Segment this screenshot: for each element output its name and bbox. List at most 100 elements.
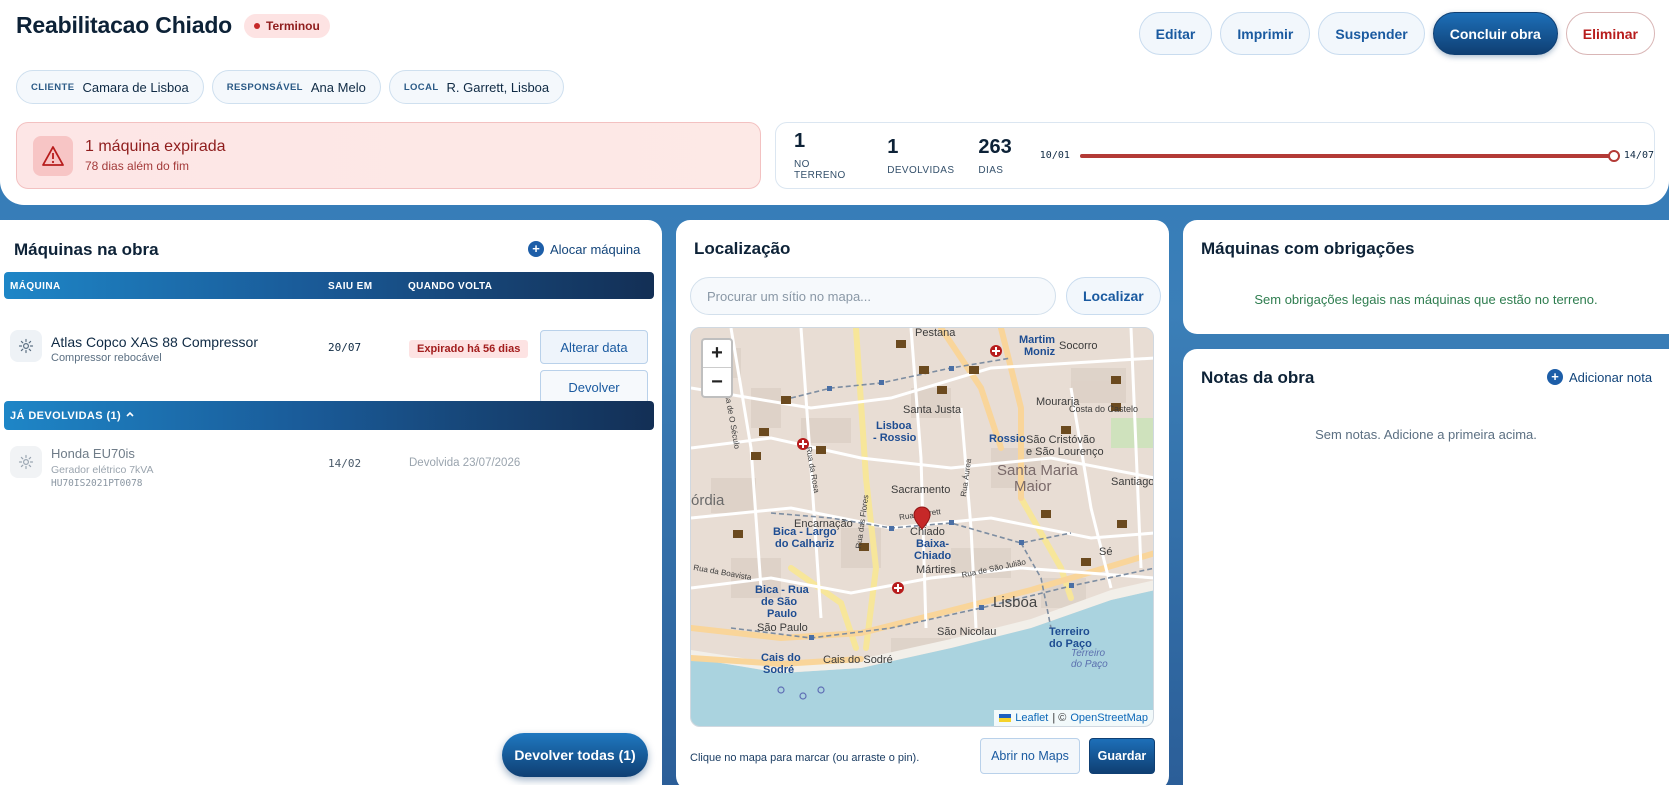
map-pin-icon[interactable] <box>913 506 931 535</box>
map-view[interactable]: Pestana Martim Moniz Socorro Mouraria Co… <box>690 327 1154 727</box>
map-label: Maior <box>1014 478 1052 495</box>
alert-subtitle: 78 dias além do fim <box>85 159 190 173</box>
header-actions: Editar Imprimir Suspender Concluir obra … <box>1138 12 1655 55</box>
machine-serial: HU70IS2021PT0078 <box>51 478 143 489</box>
timeline-track <box>1079 149 1620 162</box>
map-hint: Clique no mapa para marcar (ou arraste o… <box>690 752 920 764</box>
obligations-title: Máquinas com obrigações <box>1201 239 1415 258</box>
map-label: do Calhariz <box>775 538 835 550</box>
work-header: Reabilitacao Chiado Terminou Editar Impr… <box>0 0 1669 205</box>
returned-section-header[interactable]: JÁ DEVOLVIDAS (1) <box>4 401 654 430</box>
print-button[interactable]: Imprimir <box>1220 12 1311 55</box>
complete-work-button[interactable]: Concluir obra <box>1432 12 1558 55</box>
expired-status-badge: Expirado há 56 dias <box>409 340 529 358</box>
timeline: 10/01 14/07 <box>1040 149 1654 162</box>
stat-value: 263 <box>978 135 1012 158</box>
returned-header-label: JÁ DEVOLVIDAS (1) <box>10 410 122 422</box>
leaflet-link[interactable]: Leaflet <box>1015 712 1048 724</box>
map-label: Lisboa <box>876 420 912 432</box>
open-in-maps-button[interactable]: Abrir no Maps <box>980 738 1080 774</box>
save-location-button[interactable]: Guardar <box>1089 738 1155 774</box>
allocate-machine-button[interactable]: + Alocar máquina <box>528 241 640 257</box>
map-label: órdia <box>691 492 725 509</box>
map-label: Bica - Rua <box>755 584 809 596</box>
map-label: Cais do Sodré <box>823 654 893 666</box>
title-row: Reabilitacao Chiado Terminou <box>16 12 330 39</box>
alert-title: 1 máquina expirada <box>85 138 226 155</box>
zoom-in-button[interactable]: + <box>703 340 731 368</box>
location-title: Localização <box>694 239 791 258</box>
map-search-input[interactable] <box>690 277 1056 315</box>
zoom-out-button[interactable]: − <box>703 368 731 396</box>
machines-table-header: MÁQUINA SAIU EM QUANDO VOLTA <box>4 272 654 299</box>
chip-key: RESPONSÁVEL <box>226 81 303 93</box>
map-label: Santa Maria <box>997 462 1078 479</box>
stat-on-site: 1 NO TERRENO <box>794 130 863 181</box>
obligations-panel: Máquinas com obrigações Sem obrigações l… <box>1183 220 1669 334</box>
map-label: do Paço <box>1071 659 1108 670</box>
machine-type: Compressor rebocável <box>51 352 162 364</box>
info-chips: CLIENTE Camara de Lisboa RESPONSÁVEL Ana… <box>16 70 565 104</box>
map-label: Santa Justa <box>903 404 962 416</box>
plus-icon: + <box>528 241 544 257</box>
gear-icon <box>10 446 42 478</box>
location-chip: LOCAL R. Garrett, Lisboa <box>388 70 565 104</box>
map-label: Mártires <box>916 564 956 576</box>
osm-link[interactable]: OpenStreetMap <box>1070 712 1148 724</box>
gear-icon <box>10 330 42 362</box>
timeline-fill <box>1079 153 1614 158</box>
table-row: Atlas Copco XAS 88 Compressor Compressor… <box>0 300 662 404</box>
status-badge: Terminou <box>244 13 330 38</box>
warning-icon <box>33 135 73 176</box>
ukraine-flag-icon <box>999 714 1012 722</box>
map-label: Socorro <box>1059 340 1098 352</box>
machine-type: Gerador elétrico 7kVA <box>51 464 154 476</box>
returned-date: Devolvida 23/07/2026 <box>409 457 521 469</box>
chip-key: LOCAL <box>403 81 439 93</box>
status-text: Terminou <box>266 18 320 33</box>
notes-panel: Notas da obra + Adicionar nota Sem notas… <box>1183 349 1669 785</box>
map-label: Lisboa <box>993 594 1038 611</box>
add-note-button[interactable]: + Adicionar nota <box>1547 369 1652 385</box>
suspend-button[interactable]: Suspender <box>1318 12 1425 55</box>
return-all-button[interactable]: Devolver todas (1) <box>502 733 648 777</box>
map-label: de São <box>761 596 798 608</box>
page-title: Reabilitacao Chiado <box>16 12 233 38</box>
location-panel: Localização Localizar <box>676 220 1169 785</box>
col-left-on: SAIU EM <box>328 281 373 292</box>
map-label: Terreiro <box>1071 648 1106 659</box>
machines-title: Máquinas na obra <box>14 240 159 259</box>
map-label: Sé <box>1099 546 1113 558</box>
obligations-empty: Sem obrigações legais nas máquinas que e… <box>1254 292 1598 307</box>
status-dot-icon <box>254 22 261 29</box>
timeline-end: 14/07 <box>1623 150 1654 161</box>
map-label: - Rossio <box>873 432 917 444</box>
allocate-machine-label: Alocar máquina <box>550 241 641 257</box>
alert-text: 1 máquina expirada 78 dias além do fim <box>85 138 226 173</box>
notes-title: Notas da obra <box>1201 368 1315 387</box>
map-label: Rossio <box>989 433 1026 445</box>
map-label: São Nicolau <box>937 626 997 638</box>
map-label: Pestana <box>915 327 956 339</box>
map-label: Bica - Largo <box>773 526 837 538</box>
plus-icon: + <box>1547 369 1563 385</box>
machine-name: Honda EU70is <box>51 446 135 461</box>
map-attribution: Leaflet | © OpenStreetMap <box>994 710 1153 726</box>
chip-value: R. Garrett, Lisboa <box>446 79 550 95</box>
delete-button[interactable]: Eliminar <box>1565 12 1655 55</box>
machine-left-on: 14/02 <box>328 457 362 470</box>
locate-button[interactable]: Localizar <box>1066 277 1161 315</box>
chevron-up-icon <box>125 409 135 422</box>
chip-value: Camara de Lisboa <box>82 79 189 95</box>
stat-value: 1 <box>887 135 899 158</box>
change-date-button[interactable]: Alterar data <box>540 330 648 364</box>
notes-empty: Sem notas. Adicione a primeira acima. <box>1315 427 1537 442</box>
chip-key: CLIENTE <box>31 81 75 93</box>
map-label: São Paulo <box>757 622 808 634</box>
map-label: Martim <box>1019 334 1056 346</box>
edit-button[interactable]: Editar <box>1138 12 1213 55</box>
zoom-control: + − <box>701 338 733 398</box>
col-returns: QUANDO VOLTA <box>408 281 493 292</box>
map-label: Moniz <box>1024 346 1056 358</box>
return-button[interactable]: Devolver <box>540 370 648 404</box>
